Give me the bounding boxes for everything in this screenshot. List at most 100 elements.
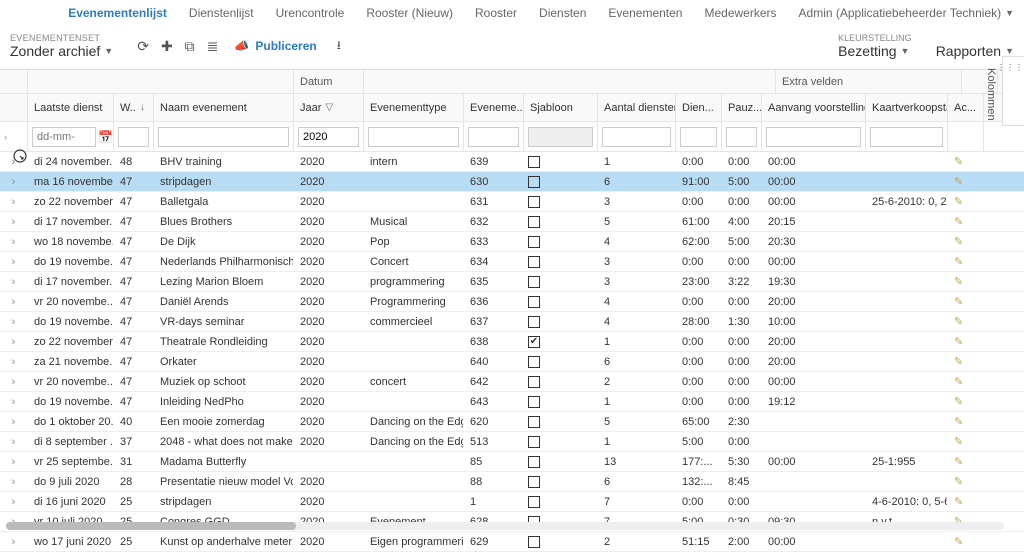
filter-week[interactable] [118,127,149,147]
cell-sjabloon[interactable] [524,192,598,211]
filter-evnum[interactable] [468,127,519,147]
table-row[interactable]: ›di 17 november...47Lezing Marion Bloem2… [0,272,1024,292]
cell-sjabloon[interactable] [524,332,598,351]
row-action[interactable]: ✎ [948,192,984,211]
filter-year[interactable] [298,127,359,147]
expand-icon[interactable]: › [0,532,28,551]
table-row[interactable]: ›do 9 juli 202028Presentatie nieuw model… [0,472,1024,492]
cell-sjabloon[interactable] [524,452,598,471]
edit-icon[interactable]: ✎ [954,495,963,508]
table-row[interactable]: ›di 17 november...47Blues Brothers2020Mu… [0,212,1024,232]
checkbox-icon[interactable] [528,416,540,428]
table-row[interactable]: ›vr 20 novembe...47Muziek op schoot2020c… [0,372,1024,392]
edit-icon[interactable]: ✎ [954,215,963,228]
cell-sjabloon[interactable] [524,532,598,551]
kolommen-tab[interactable]: ⋮⋮⋮ Kolommen [1002,56,1024,126]
row-action[interactable]: ✎ [948,392,984,411]
col-aanvang[interactable]: Aanvang voorstelling [762,94,866,121]
filter-name[interactable] [158,127,289,147]
table-row[interactable]: ›do 19 novembe...47Nederlands Philharmon… [0,252,1024,272]
cell-sjabloon[interactable] [524,252,598,271]
cell-sjabloon[interactable] [524,372,598,391]
checkbox-icon[interactable] [528,436,540,448]
checkbox-icon[interactable] [528,396,540,408]
table-row[interactable]: ›di 24 november...48BHV training2020inte… [0,152,1024,172]
checkbox-icon[interactable] [528,536,540,548]
cell-sjabloon[interactable] [524,492,598,511]
expand-icon[interactable]: › [0,452,28,471]
grid-body[interactable]: ›di 24 november...48BHV training2020inte… [0,152,1024,552]
expand-icon[interactable]: › [0,292,28,311]
expand-icon[interactable]: › [0,312,28,331]
table-row[interactable]: ›do 19 novembe...47Inleiding NedPho20206… [0,392,1024,412]
col-laatste-dienst[interactable]: Laatste dienst [28,94,114,121]
cell-sjabloon[interactable] [524,232,598,251]
checkbox-icon[interactable] [528,476,540,488]
expand-icon[interactable]: › [0,392,28,411]
edit-icon[interactable]: ✎ [954,395,963,408]
edit-icon[interactable]: ✎ [954,315,963,328]
col-jaar[interactable]: Jaar ▽ [294,94,364,121]
checkbox-icon[interactable] [528,356,540,368]
checkbox-icon[interactable] [528,216,540,228]
expand-icon[interactable]: › [0,152,28,171]
row-action[interactable]: ✎ [948,532,984,551]
checkbox-icon[interactable] [528,156,540,168]
filter-aanvang[interactable] [766,127,861,147]
edit-icon[interactable]: ✎ [954,275,963,288]
nav-evenementen[interactable]: Evenementen [608,6,682,20]
expand-icon[interactable]: › [0,252,28,271]
col-sjabloon[interactable]: Sjabloon [524,94,598,121]
scrollbar-thumb[interactable] [6,522,296,530]
table-row[interactable]: ›vr 20 novembe...47Daniël Arends2020Prog… [0,292,1024,312]
nav-evenementenlijst[interactable]: Evenementenlijst [68,6,167,20]
row-action[interactable]: ✎ [948,212,984,231]
col-week[interactable]: W.. ↓ [114,94,154,121]
filter-kaart[interactable] [870,127,943,147]
edit-icon[interactable]: ✎ [954,455,963,468]
cell-sjabloon[interactable] [524,432,598,451]
row-action[interactable]: ✎ [948,312,984,331]
row-action[interactable]: ✎ [948,372,984,391]
checkbox-icon[interactable] [528,316,540,328]
list-icon[interactable]: ≣ [207,38,219,55]
table-row[interactable]: ›di 16 juni 202025stripdagen2020170:000:… [0,492,1024,512]
row-action[interactable]: ✎ [948,352,984,371]
checkbox-icon[interactable] [528,196,540,208]
expand-icon[interactable]: › [0,212,28,231]
row-action[interactable]: ✎ [948,152,984,171]
cell-sjabloon[interactable] [524,392,598,411]
edit-icon[interactable]: ✎ [954,235,963,248]
table-row[interactable]: ›zo 22 november...47Theatrale Rondleidin… [0,332,1024,352]
table-row[interactable]: ›za 21 novembe...47Orkater202064060:000:… [0,352,1024,372]
expand-icon[interactable]: › [0,192,28,211]
checkbox-icon[interactable] [528,456,540,468]
chevron-right-icon[interactable]: › [4,132,7,142]
nav-rooster[interactable]: Rooster [475,6,517,20]
expand-icon[interactable]: › [0,372,28,391]
edit-icon[interactable]: ✎ [954,435,963,448]
nav-diensten[interactable]: Diensten [539,6,586,20]
publish-button[interactable]: 📣 Publiceren [234,39,316,53]
row-action[interactable]: ✎ [948,452,984,471]
cell-sjabloon[interactable] [524,212,598,231]
edit-icon[interactable]: ✎ [954,195,963,208]
checkbox-icon[interactable] [528,496,540,508]
admin-menu[interactable]: Admin (Applicatiebeheerder Techniek) ▼ [799,6,1014,20]
table-row[interactable]: ›di 8 september ...372048 - what does no… [0,432,1024,452]
expand-icon[interactable]: › [0,412,28,431]
kleurstelling-selector[interactable]: KLEURSTELLING Bezetting ▼ [838,33,912,59]
table-row[interactable]: ›vr 25 septembe...31Madama Butterfly8513… [0,452,1024,472]
copy-icon[interactable]: ⧉ [185,38,195,55]
row-action[interactable]: ✎ [948,232,984,251]
col-naam[interactable]: Naam evenement [154,94,294,121]
edit-icon[interactable]: ✎ [954,335,963,348]
cell-sjabloon[interactable] [524,352,598,371]
edit-icon[interactable]: ✎ [954,475,963,488]
expand-icon[interactable]: › [0,492,28,511]
nav-urencontrole[interactable]: Urencontrole [276,6,345,20]
table-row[interactable]: ›wo 18 novembe...47De Dijk2020Pop633462:… [0,232,1024,252]
cell-sjabloon[interactable] [524,412,598,431]
cell-sjabloon[interactable] [524,312,598,331]
checkbox-icon[interactable] [528,256,540,268]
